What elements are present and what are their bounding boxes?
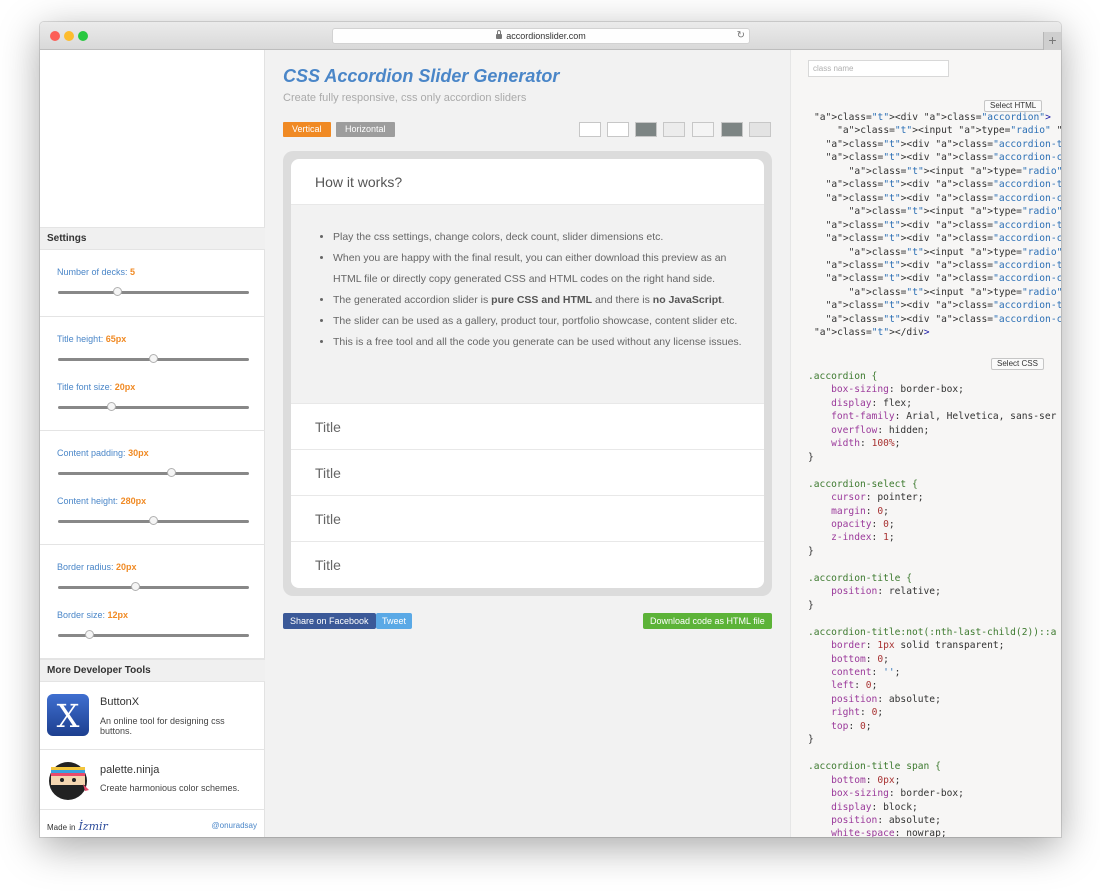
url-text: accordionslider.com [506,31,586,41]
decks-slider[interactable] [58,287,249,296]
settings-heading: Settings [40,227,265,250]
title-font-size-slider[interactable] [58,402,249,411]
made-in-credit: Made in İzmir [47,820,108,833]
color-swatch[interactable] [579,122,601,137]
setting-label: Content height: 280px [57,496,147,506]
slider-knob[interactable] [107,402,117,411]
izmir-logo: İzmir [78,820,108,833]
slider-knob[interactable] [130,582,140,591]
zoom-window-icon[interactable] [78,31,88,41]
slider-knob[interactable] [149,354,158,363]
settings-group-content: Content padding: 30px Content height: 28… [40,431,265,545]
accordion-title-row[interactable]: Title [291,403,764,449]
tool-buttonx[interactable]: X ButtonX An online tool for designing c… [40,682,265,750]
browser-window: accordionslider.com ↻ + Settings Number … [40,22,1061,837]
tool-name[interactable]: ButtonX [100,696,139,708]
slider-knob[interactable] [167,468,177,477]
tweet-button[interactable]: Tweet [376,613,413,629]
color-swatch[interactable] [692,122,714,137]
accordion-title-row[interactable]: Title [291,495,764,541]
color-swatch[interactable] [749,122,771,137]
svg-text:X: X [57,697,80,735]
generator-main: CSS Accordion Slider Generator Create fu… [265,50,790,837]
buttonx-logo-icon: X [47,694,89,736]
how-it-works-list: Play the css settings, change colors, de… [333,227,748,353]
slider-knob[interactable] [149,516,158,525]
setting-label: Border size: 12px [57,610,129,620]
close-window-icon[interactable] [50,31,60,41]
settings-group-title: Title height: 65px Title font size: 20px [40,317,265,431]
minimize-window-icon[interactable] [64,31,74,41]
setting-label: Border radius: 20px [57,562,137,572]
how-it-works-item: Play the css settings, change colors, de… [333,227,748,248]
color-swatch[interactable] [635,122,657,137]
setting-label: Number of decks: 5 [57,267,136,277]
code-panel: class name Select HTML "a">class="t"><di… [790,50,1061,837]
horizontal-button[interactable]: Horizontal [336,122,395,137]
setting-label: Content padding: 30px [57,448,149,458]
color-swatch[interactable] [721,122,743,137]
how-it-works-item: The slider can be used as a gallery, pro… [333,311,748,332]
new-tab-icon[interactable]: + [1043,32,1061,50]
how-it-works-item: The generated accordion slider is pure C… [333,290,748,311]
accordion-title-row[interactable]: Title [291,541,764,587]
accordion: How it works? Play the css settings, cha… [291,159,764,588]
address-bar[interactable]: accordionslider.com ↻ [332,28,750,44]
share-facebook-button[interactable]: Share on Facebook [283,613,376,629]
download-html-button[interactable]: Download code as HTML file [643,613,772,629]
tool-description: An online tool for designing css buttons… [100,716,225,736]
color-swatch[interactable] [663,122,685,137]
author-link[interactable]: @onuradsay [212,821,257,830]
setting-label: Title font size: 20px [57,382,136,392]
tool-description: Create harmonious color schemes. [100,783,240,793]
settings-group-decks: Number of decks: 5 [40,250,265,317]
slider-knob[interactable] [112,287,122,296]
accordion-open-title[interactable]: How it works? [291,159,764,205]
color-swatch[interactable] [607,122,629,137]
how-it-works-item: This is a free tool and all the code you… [333,332,748,353]
settings-group-border: Border radius: 20px Border size: 12px [40,545,265,659]
select-css-button[interactable]: Select CSS [991,358,1044,370]
content-padding-slider[interactable] [58,468,249,477]
content-height-slider[interactable] [58,516,249,525]
class-name-input[interactable]: class name [808,60,949,77]
accordion-title-row[interactable]: Title [291,449,764,495]
browser-titlebar: accordionslider.com ↻ + [40,22,1061,50]
setting-label: Title height: 65px [57,334,127,344]
how-it-works-item: When you are happy with the final result… [333,248,748,290]
tools-heading: More Developer Tools [40,659,265,682]
settings-sidebar: Settings Number of decks: 5 Title height… [40,50,265,837]
ninja-logo-icon [49,762,89,800]
border-radius-slider[interactable] [58,582,249,591]
accordion-preview: How it works? Play the css settings, cha… [283,151,772,596]
title-height-slider[interactable] [58,354,249,363]
vertical-button[interactable]: Vertical [283,122,331,137]
tool-name[interactable]: palette.ninja [100,764,159,776]
slider-knob[interactable] [85,630,95,639]
page-title: CSS Accordion Slider Generator [283,66,560,86]
tool-palette-ninja[interactable]: palette.ninja Create harmonious color sc… [40,750,265,810]
accordion-content: Play the css settings, change colors, de… [291,205,764,403]
page-subtitle: Create fully responsive, css only accord… [283,92,527,104]
css-code[interactable]: .accordion { box-sizing: border-box; dis… [808,370,1056,837]
border-size-slider[interactable] [58,630,249,639]
reload-icon[interactable]: ↻ [737,29,745,43]
lock-icon [496,30,503,39]
html-code[interactable]: "a">class="t"><div "a">class="accordion"… [814,111,1061,340]
